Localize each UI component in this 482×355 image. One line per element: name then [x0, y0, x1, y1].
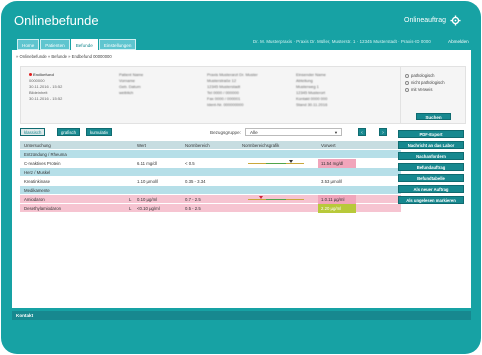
- entry-date: 30.11.2016 - 15:52: [29, 96, 63, 101]
- chevron-down-icon: ▼: [334, 130, 338, 135]
- test-value: 1.10 µmol/l: [137, 179, 159, 184]
- filter-option[interactable]: nicht pathologisch: [401, 79, 465, 86]
- tab-home[interactable]: Home: [17, 39, 40, 50]
- test-name: Amiodaron: [24, 197, 45, 202]
- table-row[interactable]: Kreatinkinase 1.10 µmol/l 0.35 - 3.34 3.53 …: [20, 177, 401, 186]
- next-button[interactable]: ›: [379, 128, 387, 136]
- sender-col: Einsender Name Abteilung Musterweg 1 12345 …: [296, 72, 327, 108]
- value-marker-icon: [259, 196, 264, 199]
- search-button[interactable]: Suchen: [416, 113, 451, 120]
- tab-einstellungen[interactable]: Einstellungen: [98, 39, 137, 50]
- group-label: Entzündung / Rheuma: [24, 152, 67, 157]
- group-label: Medikamente: [24, 188, 50, 193]
- test-value: 6.11 mg/dl: [137, 161, 157, 166]
- footer-bar: Kontakt: [12, 311, 471, 320]
- radio-icon[interactable]: [405, 87, 409, 92]
- group-label: Herz / Muskel: [24, 170, 51, 175]
- view-classic-button[interactable]: klassisch: [20, 128, 46, 136]
- befundtabelle-button[interactable]: Befundtabelle: [398, 174, 464, 182]
- online-order-link[interactable]: Onlineauftrag: [404, 17, 446, 24]
- patient-info-box: Endbefund 0000000 30.11.2016 - 15:52 Bil…: [20, 66, 401, 124]
- report-status-col: Endbefund 0000000 30.11.2016 - 15:52 Bil…: [29, 72, 62, 102]
- table-group-row: Herz / Muskel: [20, 168, 401, 177]
- action-buttons: PDF-Export Nachricht an das Labor Nachanfo…: [398, 130, 466, 207]
- value-marker-icon: [288, 160, 293, 163]
- filter-option-label: pathologisch: [411, 73, 435, 78]
- nachanfordern-button[interactable]: Nachanfordern: [398, 152, 464, 160]
- table-row[interactable]: Amiodaron L 0.10 µg/ml 0.7 - 2.5 1.0.11 µg/m…: [20, 195, 401, 204]
- range-bar: [248, 196, 304, 200]
- filter-option[interactable]: pathologisch: [401, 72, 465, 79]
- range-bar: [248, 160, 304, 164]
- test-value: 0.10 µg/ml: [137, 197, 158, 202]
- status-dot-icon: [29, 73, 32, 77]
- pdf-export-button[interactable]: PDF-Export: [398, 130, 464, 138]
- normal-range-segment: [266, 199, 286, 200]
- app-title: Onlinebefunde: [14, 13, 99, 28]
- gear-icon[interactable]: [450, 15, 461, 26]
- test-name: C-reaktives Protein: [24, 161, 61, 166]
- view-cumulative-button[interactable]: kumulativ: [86, 128, 113, 136]
- results-table: Untersuchung Wert Normbereich Normbereic…: [20, 141, 401, 213]
- reference-range: 0.35 - 3.34: [185, 179, 206, 184]
- logout-link[interactable]: Abmelden: [448, 39, 469, 44]
- test-name: Desethylamiodaron: [24, 206, 62, 211]
- reference-range: < 0.5: [185, 161, 195, 166]
- table-group-row: Entzündung / Rheuma: [20, 150, 401, 159]
- header-value: Wert: [137, 143, 146, 148]
- info-line: Stand 30.11.2016: [296, 102, 328, 107]
- test-value: <0.10 µg/ml: [137, 206, 160, 211]
- breadcrumb: » Onlinebefunde » Befunde » Endbefund 00…: [16, 54, 112, 59]
- radio-icon[interactable]: [405, 80, 409, 85]
- als-neuer-auftrag-button[interactable]: Als neuer Auftrag: [398, 185, 464, 193]
- test-name: Kreatinkinase: [24, 179, 51, 184]
- header-test: Untersuchung: [24, 143, 51, 148]
- nachricht-an-das-labor-button[interactable]: Nachricht an das Labor: [398, 141, 464, 149]
- filter-option[interactable]: mit Verweis: [401, 86, 465, 93]
- reference-group-value: Alle: [250, 130, 258, 135]
- info-line: weiblich: [119, 90, 134, 95]
- als-ungelesen-markieren-button[interactable]: Als ungelesen markieren: [398, 196, 464, 204]
- filter-box: pathologisch nicht pathologisch mit Verwei…: [400, 66, 466, 124]
- reference-range: 0.5 - 2.5: [185, 206, 201, 211]
- view-graphic-button[interactable]: grafisch: [57, 128, 81, 136]
- tab-befunde[interactable]: Befunde: [70, 39, 98, 50]
- user-info: Dr. M. Musterpraxis · Praxis Dr. Müller,…: [253, 39, 431, 44]
- befundauftrag-button[interactable]: Befundauftrag: [398, 163, 464, 171]
- info-line: Ident-Nr. 000000000: [207, 102, 244, 107]
- table-row[interactable]: Desethylamiodaron L <0.10 µg/ml 0.5 - 2.5 2.…: [20, 204, 401, 213]
- table-group-row: Medikamente: [20, 186, 401, 195]
- flag: L: [129, 206, 132, 211]
- header-previous: Vorwert: [321, 143, 336, 148]
- previous-value: 2.20 µg/ml: [318, 204, 356, 213]
- table-row[interactable]: C-reaktives Protein 6.11 mg/dl < 0.5 11.54 …: [20, 159, 401, 168]
- reference-group-label: Bezugsgruppe:: [210, 130, 241, 135]
- reference-group-select[interactable]: Alle ▼: [245, 128, 342, 136]
- filter-option-label: mit Verweis: [411, 87, 433, 92]
- previous-value: 1.0.11 µg/ml: [318, 195, 356, 204]
- main-content: » Onlinebefunde » Befunde » Endbefund 00…: [12, 50, 471, 308]
- practice-col: Praxis Musterarzt Dr. Muster Musterstraße…: [207, 72, 258, 108]
- header-graph: Normbereichsgrafik: [242, 143, 280, 148]
- main-tabs: Home Patienten Befunde Einstellungen: [17, 39, 137, 50]
- normal-range-segment: [266, 163, 286, 164]
- radio-icon[interactable]: [405, 73, 409, 78]
- contact-link[interactable]: Kontakt: [16, 311, 33, 320]
- tab-patienten[interactable]: Patienten: [40, 39, 70, 50]
- patient-col: Patient Name Vorname Geb. Datum weiblich: [119, 72, 143, 96]
- header-reference: Normbereich: [185, 143, 210, 148]
- report-status: Endbefund: [33, 72, 54, 77]
- table-header-row: Untersuchung Wert Normbereich Normbereic…: [20, 141, 401, 150]
- previous-value: 3.53 µmol/l: [321, 179, 343, 184]
- view-toolbar: klassisch grafisch kumulativ Bezugsgrupp…: [20, 128, 401, 138]
- filter-option-label: nicht pathologisch: [411, 80, 445, 85]
- reference-range: 0.7 - 2.5: [185, 197, 201, 202]
- flag: L: [129, 197, 132, 202]
- previous-value: 11.54 mg/dl: [318, 159, 356, 168]
- previous-button[interactable]: ‹: [358, 128, 366, 136]
- app-window: Onlinebefunde Onlineauftrag Home Patiente…: [1, 1, 481, 354]
